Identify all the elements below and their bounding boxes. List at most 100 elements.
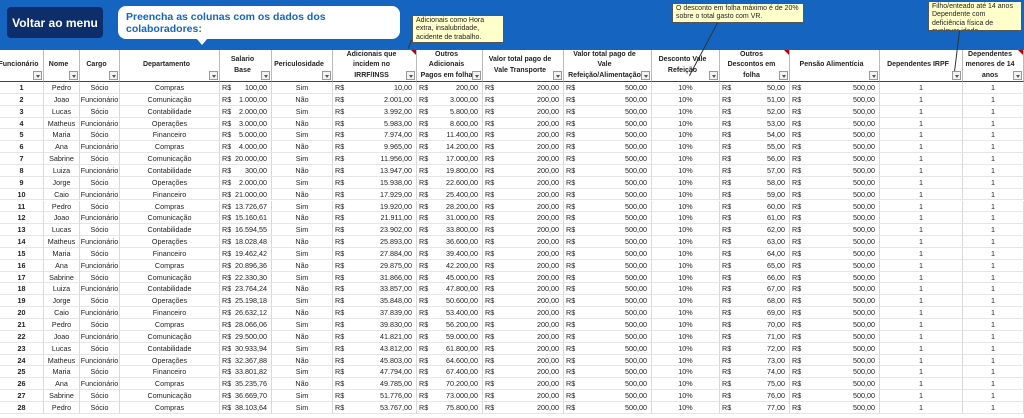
cell-adic[interactable]: R$ 13.947,00 [333,164,417,177]
cell-peri[interactable]: Não [272,117,333,130]
cell-id[interactable]: 11 [0,200,44,213]
cell-cargo[interactable]: Funcionário [80,164,120,177]
cell-irpf[interactable]: 1 [880,117,963,130]
cell-peri[interactable]: Sim [272,342,333,355]
cell-pensao[interactable]: R$ 500,00 [790,105,880,118]
cell-pensao[interactable]: R$ 500,00 [790,224,880,237]
cell-dep[interactable]: Comunicação [120,93,220,106]
cell-sal[interactable]: R$ 15.160,61 [220,212,272,225]
cell-menores[interactable]: 1 [963,366,1024,379]
cell-id[interactable]: 12 [0,212,44,225]
cell-vr[interactable]: R$ 500,00 [564,82,652,94]
cell-dep[interactable]: Operações [120,117,220,130]
cell-nome[interactable]: Jorge [44,295,80,308]
cell-outros[interactable]: R$ 75.800,00 [417,401,483,414]
cell-peri[interactable]: Não [272,188,333,201]
cell-irpf[interactable]: 1 [880,212,963,225]
cell-adic[interactable]: R$ 53.767,00 [333,401,417,414]
cell-dep[interactable]: Contabilidade [120,164,220,177]
cell-vt[interactable]: R$ 200,00 [483,319,564,331]
cell-cargo[interactable]: Funcionário [80,141,120,154]
cell-outdesc[interactable]: R$ 76,00 [720,390,790,402]
cell-vr[interactable]: R$ 500,00 [564,153,652,165]
cell-outdesc[interactable]: R$ 55,00 [720,141,790,154]
cell-peri[interactable]: Não [272,93,333,106]
cell-dep[interactable]: Contabilidade [120,224,220,237]
cell-desc[interactable]: 10% [652,129,720,142]
comment-indicator-icon[interactable] [1018,50,1023,55]
cell-irpf[interactable]: 1 [880,319,963,331]
cell-outros[interactable]: R$ 50.600,00 [417,295,483,308]
cell-outdesc[interactable]: R$ 75,00 [720,378,790,391]
cell-irpf[interactable]: 1 [880,401,963,414]
cell-dep[interactable]: Comunicação [120,153,220,165]
cell-desc[interactable]: 10% [652,224,720,237]
cell-id[interactable]: 7 [0,153,44,165]
cell-vr[interactable]: R$ 500,00 [564,236,652,248]
cell-id[interactable]: 19 [0,295,44,308]
cell-desc[interactable]: 10% [652,105,720,118]
cell-pensao[interactable]: R$ 500,00 [790,188,880,201]
cell-vt[interactable]: R$ 200,00 [483,307,564,319]
cell-id[interactable]: 3 [0,105,44,118]
cell-cargo[interactable]: Sócio [80,342,120,355]
cell-dep[interactable]: Compras [120,141,220,154]
cell-peri[interactable]: Não [272,141,333,154]
cell-vr[interactable]: R$ 500,00 [564,188,652,201]
cell-adic[interactable]: R$ 31.866,00 [333,271,417,284]
cell-nome[interactable]: Sabrine [44,390,80,402]
cell-adic[interactable]: R$ 5.983,00 [333,117,417,130]
cell-cargo[interactable]: Sócio [80,82,120,94]
cell-outros[interactable]: R$ 59.000,00 [417,330,483,343]
cell-id[interactable]: 16 [0,259,44,272]
cell-vr[interactable]: R$ 500,00 [564,271,652,284]
cell-cargo[interactable]: Funcionário [80,117,120,130]
cell-adic[interactable]: R$ 47.794,00 [333,366,417,379]
cell-adic[interactable]: R$ 23.902,00 [333,224,417,237]
cell-outros[interactable]: R$ 17.000,00 [417,153,483,165]
cell-irpf[interactable]: 1 [880,188,963,201]
cell-outdesc[interactable]: R$ 61,00 [720,212,790,225]
cell-pensao[interactable]: R$ 500,00 [790,390,880,402]
cell-sal[interactable]: R$ 18.028,48 [220,236,272,248]
cell-id[interactable]: 8 [0,164,44,177]
cell-peri[interactable]: Não [272,236,333,248]
cell-vt[interactable]: R$ 200,00 [483,401,564,414]
cell-adic[interactable]: R$ 7.974,00 [333,129,417,142]
cell-nome[interactable]: Joao [44,330,80,343]
cell-sal[interactable]: R$ 21.000,00 [220,188,272,201]
cell-dep[interactable]: Compras [120,401,220,414]
cell-vt[interactable]: R$ 200,00 [483,236,564,248]
cell-menores[interactable]: 1 [963,401,1024,414]
cell-peri[interactable]: Sim [272,82,333,94]
cell-desc[interactable]: 10% [652,354,720,367]
cell-adic[interactable]: R$ 3.992,00 [333,105,417,118]
cell-vt[interactable]: R$ 200,00 [483,212,564,225]
cell-menores[interactable]: 1 [963,141,1024,154]
cell-irpf[interactable]: 1 [880,366,963,379]
cell-outros[interactable]: R$ 36.600,00 [417,236,483,248]
cell-desc[interactable]: 10% [652,295,720,308]
cell-outros[interactable]: R$ 22.600,00 [417,176,483,189]
cell-cargo[interactable]: Funcionário [80,93,120,106]
cell-nome[interactable]: Matheus [44,354,80,367]
cell-id[interactable]: 22 [0,330,44,343]
cell-sal[interactable]: R$ 2.000,00 [220,105,272,118]
cell-menores[interactable]: 1 [963,295,1024,308]
cell-sal[interactable]: R$ 3.000,00 [220,117,272,130]
cell-peri[interactable]: Sim [272,366,333,379]
cell-pensao[interactable]: R$ 500,00 [790,319,880,331]
cell-vt[interactable]: R$ 200,00 [483,271,564,284]
filter-dropdown-icon[interactable] [406,71,415,80]
cell-nome[interactable]: Pedro [44,319,80,331]
cell-cargo[interactable]: Sócio [80,401,120,414]
cell-peri[interactable]: Sim [272,295,333,308]
cell-peri[interactable]: Não [272,307,333,319]
cell-pensao[interactable]: R$ 500,00 [790,141,880,154]
cell-vr[interactable]: R$ 500,00 [564,105,652,118]
cell-cargo[interactable]: Sócio [80,271,120,284]
cell-sal[interactable]: R$ 36.669,70 [220,390,272,402]
cell-vt[interactable]: R$ 200,00 [483,200,564,213]
cell-adic[interactable]: R$ 17.929,00 [333,188,417,201]
cell-vr[interactable]: R$ 500,00 [564,176,652,189]
